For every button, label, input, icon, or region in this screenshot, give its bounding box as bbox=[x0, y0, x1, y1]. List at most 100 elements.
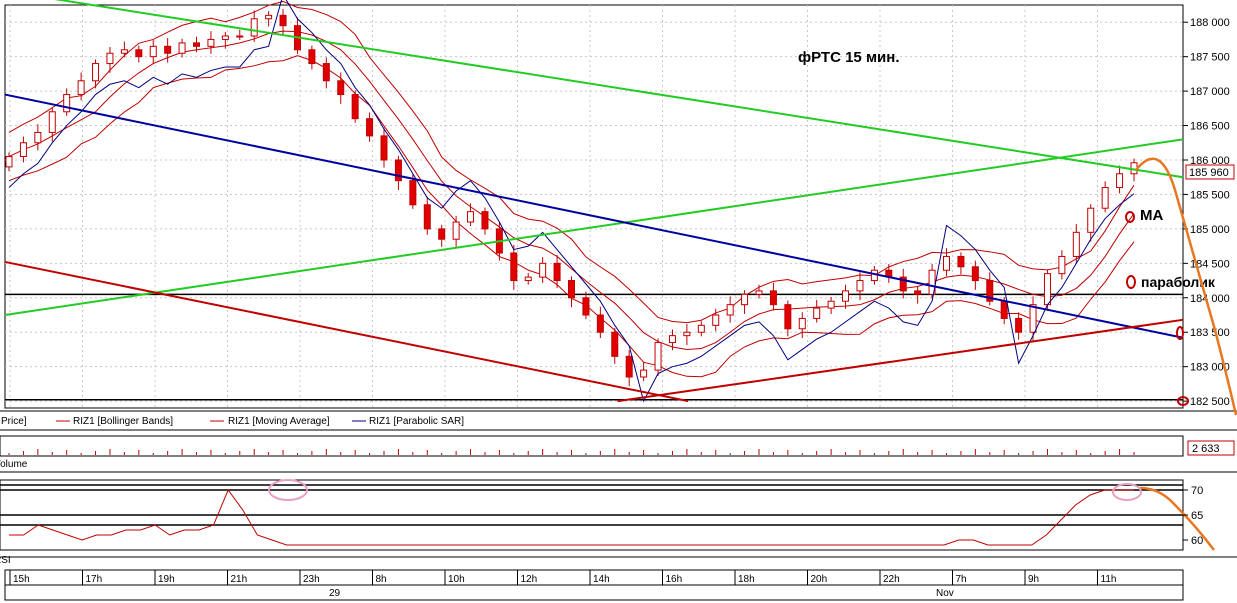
time-tick-label: 15h bbox=[13, 574, 30, 585]
price-tick-label: 188 000 bbox=[1190, 17, 1230, 29]
candle-body bbox=[409, 180, 417, 206]
legend-parabolic-sar: RIZ1 [Parabolic SAR] bbox=[369, 416, 464, 427]
candle-body bbox=[92, 63, 100, 82]
candle-body bbox=[63, 94, 71, 113]
candle-body bbox=[1072, 231, 1080, 257]
candle-body bbox=[1000, 300, 1008, 319]
candle-body bbox=[668, 335, 676, 344]
candle-body bbox=[322, 63, 330, 82]
date-label-nov: Nov bbox=[936, 588, 954, 599]
candle-body bbox=[481, 211, 489, 230]
candle-body bbox=[77, 80, 85, 96]
candle-body bbox=[452, 221, 460, 240]
candle-body bbox=[394, 159, 402, 182]
candle-body bbox=[769, 290, 777, 306]
volume-value-label: 2 633 bbox=[1192, 443, 1220, 455]
price-tick-label: 183 500 bbox=[1190, 327, 1230, 339]
price-axis: 188 000187 500187 000186 500186 000185 5… bbox=[1183, 17, 1230, 408]
candle-body bbox=[640, 369, 648, 378]
candle-body bbox=[250, 18, 258, 37]
price-tick-label: 186 500 bbox=[1190, 121, 1230, 133]
candle-body bbox=[654, 342, 662, 371]
time-tick-label: 23h bbox=[303, 574, 320, 585]
candle-body bbox=[611, 331, 619, 357]
candle-body bbox=[683, 331, 691, 337]
time-tick-label: 22h bbox=[883, 574, 900, 585]
candle-body bbox=[827, 300, 835, 309]
date-label-29: 29 bbox=[329, 588, 341, 599]
candle-body bbox=[1087, 207, 1095, 233]
candle-body bbox=[467, 211, 475, 223]
time-tick-label: 11h bbox=[1101, 574, 1117, 585]
candle-body bbox=[784, 304, 792, 330]
candle-body bbox=[553, 262, 561, 282]
price-tick-label: 185 000 bbox=[1190, 224, 1230, 236]
price-tick-label: 184 000 bbox=[1190, 293, 1230, 305]
parabolic-label: параболик bbox=[1141, 274, 1216, 290]
candle-body bbox=[149, 45, 157, 58]
candle-body bbox=[1058, 255, 1066, 275]
candle-body bbox=[120, 49, 128, 54]
price-tick-label: 182 500 bbox=[1190, 396, 1230, 408]
time-tick-label: 16h bbox=[666, 574, 683, 585]
candle-body bbox=[135, 49, 143, 58]
legend-price: Price] bbox=[1, 416, 27, 427]
candle-body bbox=[236, 35, 244, 38]
candle-body bbox=[34, 131, 42, 144]
candle-body bbox=[1015, 317, 1023, 333]
candle-body bbox=[193, 42, 200, 47]
time-tick-label: 10h bbox=[448, 574, 465, 585]
candle-body bbox=[366, 118, 374, 137]
candle-body bbox=[856, 280, 864, 292]
candle-body bbox=[1029, 304, 1037, 333]
candle-body bbox=[625, 355, 633, 378]
time-tick-label: 17h bbox=[86, 574, 103, 585]
candle-body bbox=[48, 111, 56, 133]
candle-body bbox=[1116, 173, 1124, 189]
legend-bollinger: RIZ1 [Bollinger Bands] bbox=[73, 416, 173, 427]
time-tick-label: 9h bbox=[1028, 574, 1039, 585]
time-tick-label: 18h bbox=[738, 574, 755, 585]
candle-body bbox=[164, 45, 172, 54]
candle-body bbox=[798, 317, 806, 330]
chart-annotation-title: фРТС 15 мин. bbox=[798, 49, 900, 66]
legend: Price] RIZ1 [Bollinger Bands] RIZ1 [Movi… bbox=[1, 416, 464, 427]
price-chart: 188 000187 500187 000186 500186 000185 5… bbox=[0, 0, 1237, 601]
candle-body bbox=[380, 135, 388, 161]
candle-body bbox=[1043, 273, 1051, 306]
candle-body bbox=[697, 324, 705, 333]
candle-body bbox=[279, 14, 287, 27]
candle-body bbox=[712, 314, 720, 326]
candle-body bbox=[106, 52, 114, 65]
candle-body bbox=[265, 14, 273, 20]
candle-body bbox=[741, 293, 749, 306]
candle-body bbox=[596, 314, 604, 333]
rsi-tick-label: 65 bbox=[1191, 510, 1203, 522]
candle-body bbox=[726, 304, 734, 316]
candle-body bbox=[19, 142, 27, 158]
candle-body bbox=[914, 290, 922, 295]
ma-label: MA bbox=[1140, 207, 1163, 224]
rsi-tick-label: 70 bbox=[1191, 485, 1203, 497]
time-tick-label: 12h bbox=[521, 574, 538, 585]
candle-body bbox=[423, 204, 431, 230]
candle-body bbox=[308, 49, 316, 65]
time-tick-label: 20h bbox=[811, 574, 828, 585]
candle-body bbox=[337, 80, 345, 96]
candle-body bbox=[943, 255, 950, 271]
candle-body bbox=[755, 290, 763, 295]
candle-body bbox=[524, 276, 532, 282]
time-tick-label: 21h bbox=[231, 574, 248, 585]
candle-body bbox=[178, 42, 186, 54]
time-tick-label: 19h bbox=[158, 574, 175, 585]
candle-body bbox=[582, 297, 590, 316]
candle-body bbox=[5, 156, 13, 168]
price-tick-label: 185 500 bbox=[1190, 189, 1230, 201]
candle-body bbox=[438, 228, 446, 240]
time-tick-label: 14h bbox=[593, 574, 610, 585]
candle-body bbox=[351, 94, 359, 120]
price-panel bbox=[4, 4, 1184, 409]
candle-body bbox=[813, 307, 821, 319]
candle-body bbox=[1101, 187, 1109, 209]
candle-body bbox=[842, 290, 850, 302]
